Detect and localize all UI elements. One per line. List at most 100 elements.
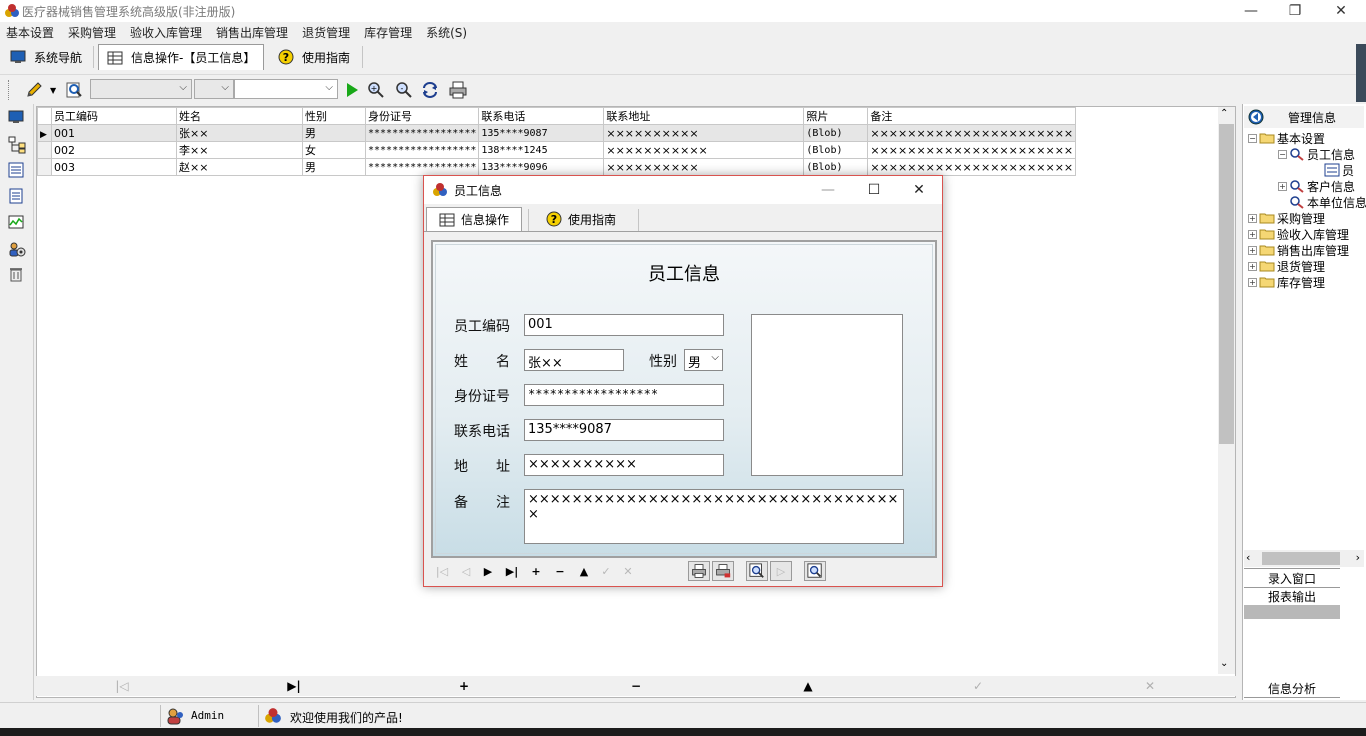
run-query-icon[interactable] (342, 80, 362, 100)
dialog-tab-user-guide[interactable]: ? 使用指南 (534, 207, 628, 231)
table-cell[interactable]: ****************** (364, 158, 480, 176)
table-cell[interactable]: ×××××××××××××××××××××× (867, 141, 1077, 159)
phone-input[interactable]: 135****9087 (524, 419, 724, 441)
back-circle-icon[interactable] (1248, 109, 1264, 125)
expand-icon[interactable]: + (1248, 245, 1257, 255)
table-cell[interactable]: 138****1245 (478, 141, 605, 159)
first-record-icon[interactable]: |◁ (112, 676, 132, 696)
photo-box[interactable] (751, 314, 903, 476)
expand-icon[interactable]: + (1248, 213, 1257, 223)
table-cell[interactable]: ****************** (364, 141, 480, 159)
report-output-button[interactable]: 报表输出 (1244, 588, 1340, 606)
cancel-record-icon[interactable]: ✕ (1140, 676, 1160, 696)
table-cell[interactable]: 张×× (176, 124, 303, 142)
table-cell[interactable]: 002 (51, 141, 177, 159)
find-icon[interactable]: + (366, 80, 386, 100)
id-number-input[interactable]: ****************** (524, 384, 724, 406)
menu-purchase[interactable]: 采购管理 (62, 22, 124, 42)
tree-node-returns[interactable]: + 退货管理 (1248, 258, 1366, 274)
zoom-icon[interactable] (804, 561, 826, 581)
tab-info-operation[interactable]: 信息操作-【员工信息】 (98, 44, 265, 70)
employee-code-input[interactable]: 001 (524, 314, 724, 336)
cancel-record-icon[interactable]: ✕ (618, 560, 638, 582)
delete-record-icon[interactable]: − (626, 676, 646, 696)
scrollbar-thumb[interactable] (1262, 552, 1340, 565)
chart-icon[interactable] (8, 214, 26, 232)
address-input[interactable]: ×××××××××× (524, 454, 724, 476)
table-cell[interactable]: ×××××××××× (603, 124, 805, 142)
table-cell[interactable]: 133****9096 (478, 158, 605, 176)
document-icon[interactable] (8, 188, 26, 206)
value-select[interactable]: ⌵ (234, 79, 338, 99)
table-cell[interactable]: 135****9087 (478, 124, 605, 142)
edit-record-icon[interactable]: ▲ (574, 560, 594, 582)
menu-system[interactable]: 系统(S) (420, 22, 475, 42)
column-header[interactable]: 员工编码 (51, 107, 177, 125)
dialog-close-button[interactable]: ✕ (896, 176, 942, 204)
table-row[interactable]: ▶ 001 张×× 男 ****************** 135****90… (37, 124, 1077, 142)
table-cell[interactable]: (Blob) (803, 158, 869, 176)
column-header[interactable]: 姓名 (176, 107, 303, 125)
tree-node-purchase[interactable]: + 采购管理 (1248, 210, 1366, 226)
collapse-icon[interactable]: − (1278, 149, 1287, 159)
column-header[interactable]: 性别 (302, 107, 366, 125)
table-cell[interactable]: 003 (51, 158, 177, 176)
scrollbar-thumb[interactable] (1219, 124, 1234, 444)
remark-textarea[interactable]: ××××××××××××××××××××××××××××××××××× (524, 489, 904, 544)
tree-node-company-info[interactable]: 本单位信息 (1289, 194, 1366, 210)
close-button[interactable]: ✕ (1318, 0, 1364, 22)
column-header[interactable]: 备注 (867, 107, 1077, 125)
monitor-icon[interactable] (8, 110, 26, 128)
menu-inventory[interactable]: 库存管理 (358, 22, 420, 42)
menu-returns[interactable]: 退货管理 (296, 22, 358, 42)
refresh-icon[interactable] (420, 80, 440, 100)
menu-basic-settings[interactable]: 基本设置 (0, 22, 62, 42)
menu-receiving[interactable]: 验收入库管理 (124, 22, 210, 42)
table-row[interactable]: 002 李×× 女 ****************** 138****1245… (37, 141, 1077, 159)
first-record-icon[interactable]: |◁ (432, 560, 452, 582)
dropdown-arrow-icon[interactable]: ▼ (50, 86, 56, 95)
expand-icon[interactable]: + (1278, 181, 1287, 191)
field-select[interactable]: ⌵ (90, 79, 192, 99)
edit-record-icon[interactable]: ▲ (798, 676, 818, 696)
next-record-icon[interactable]: ▶ (478, 560, 498, 582)
dialog-maximize-button[interactable]: ☐ (851, 176, 897, 204)
expand-icon[interactable]: + (1248, 277, 1257, 287)
table-cell[interactable]: ×××××××××××××××××××××× (867, 158, 1077, 176)
find-next-icon[interactable]: - (394, 80, 414, 100)
add-record-icon[interactable]: + (526, 560, 546, 582)
table-cell[interactable]: (Blob) (803, 124, 869, 142)
list-view-icon[interactable] (8, 162, 26, 180)
last-record-icon[interactable]: ▶| (284, 676, 304, 696)
print-icon[interactable] (688, 561, 710, 581)
dialog-minimize-button[interactable]: — (805, 176, 851, 204)
play-icon[interactable]: ▷ (770, 561, 792, 581)
table-cell[interactable]: 男 (302, 158, 366, 176)
search-icon[interactable] (64, 80, 84, 100)
menu-sales-out[interactable]: 销售出库管理 (210, 22, 296, 42)
minimize-button[interactable]: — (1228, 0, 1274, 22)
table-cell[interactable]: 赵×× (176, 158, 303, 176)
collapse-icon[interactable]: − (1248, 133, 1257, 143)
column-header[interactable]: 联系电话 (478, 107, 605, 125)
name-input[interactable]: 张×× (524, 349, 624, 371)
last-record-icon[interactable]: ▶| (502, 560, 522, 582)
table-cell[interactable]: 男 (302, 124, 366, 142)
tree-node-receiving[interactable]: + 验收入库管理 (1248, 226, 1366, 242)
tree-node-basic-settings[interactable]: − 基本设置 (1248, 130, 1366, 146)
table-cell[interactable]: 001 (51, 124, 177, 142)
column-header[interactable]: 联系地址 (603, 107, 805, 125)
tree-node-inventory[interactable]: + 库存管理 (1248, 274, 1366, 290)
table-cell[interactable]: ××××××××××× (603, 141, 805, 159)
tree-horizontal-scrollbar[interactable]: ‹ › (1244, 550, 1364, 567)
pencil-icon[interactable] (24, 80, 44, 100)
tab-system-nav[interactable]: 系统导航 (2, 44, 90, 70)
column-header[interactable]: 照片 (803, 107, 869, 125)
tree-node-employee-info[interactable]: − 员工信息 (1278, 146, 1366, 162)
table-row[interactable]: 003 赵×× 男 ****************** 133****9096… (37, 158, 1077, 176)
tree-node-sales-out[interactable]: + 销售出库管理 (1248, 242, 1366, 258)
entry-window-button[interactable]: 录入窗口 (1244, 570, 1340, 588)
scroll-down-icon[interactable]: ⌄ (1220, 658, 1228, 669)
table-cell[interactable]: ****************** (364, 124, 480, 142)
table-cell[interactable]: 李×× (176, 141, 303, 159)
